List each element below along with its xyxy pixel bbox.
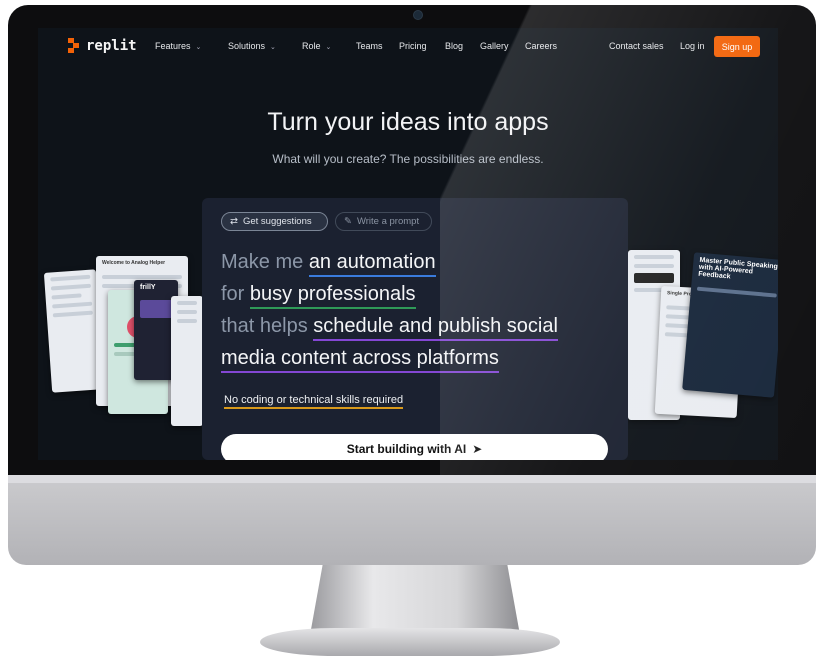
top-navigation: replit Features ⌄ Solutions ⌄ Role ⌄ Teams … bbox=[38, 28, 778, 64]
prompt-line-3: that helps schedule and publish social bbox=[221, 315, 558, 341]
prompt-highlight-goal-cont[interactable]: media content across platforms bbox=[221, 347, 499, 373]
showcase-thumb-left-5 bbox=[171, 296, 203, 426]
send-arrow-icon: ➤ bbox=[472, 442, 483, 456]
nav-careers[interactable]: Careers bbox=[525, 41, 557, 51]
no-code-note: No coding or technical skills required bbox=[224, 394, 404, 409]
showcase-thumb-right-3: Master Public Speaking with AI-Powered F… bbox=[682, 252, 778, 398]
thumb-speaking-title: Master Public Speaking with AI-Powered F… bbox=[697, 256, 778, 281]
prompt-highlight-what[interactable]: an automation bbox=[308, 251, 436, 277]
nav-pricing[interactable]: Pricing bbox=[399, 41, 427, 51]
signup-button[interactable]: Sign up bbox=[714, 36, 760, 57]
login-link[interactable]: Log in bbox=[680, 41, 705, 51]
monitor-stand-neck bbox=[310, 565, 520, 635]
edit-icon: ✎ bbox=[344, 216, 352, 227]
logo-wordmark: replit bbox=[86, 38, 137, 54]
prompt-card: ⇄ Get suggestions ✎ Write a prompt Make … bbox=[202, 198, 628, 460]
get-suggestions-chip[interactable]: ⇄ Get suggestions bbox=[221, 212, 328, 231]
prompt-line-4: media content across platforms bbox=[221, 347, 499, 373]
monitor-chin bbox=[8, 475, 816, 565]
nav-teams[interactable]: Teams bbox=[356, 41, 383, 51]
nav-features[interactable]: Features ⌄ bbox=[155, 41, 201, 51]
hero-subheadline: What will you create? The possibilities … bbox=[272, 152, 544, 166]
shuffle-icon: ⇄ bbox=[230, 216, 238, 227]
nav-blog[interactable]: Blog bbox=[445, 41, 463, 51]
replit-logo[interactable]: replit bbox=[68, 38, 137, 54]
browser-viewport: replit Features ⌄ Solutions ⌄ Role ⌄ Teams … bbox=[38, 28, 778, 460]
write-prompt-chip[interactable]: ✎ Write a prompt bbox=[335, 212, 432, 231]
replit-logo-icon bbox=[68, 38, 80, 54]
chevron-down-icon: ⌄ bbox=[195, 44, 202, 51]
thumb-welcome-title: Welcome to Analog Helper bbox=[102, 260, 166, 266]
chevron-down-icon: ⌄ bbox=[270, 44, 276, 51]
nav-gallery[interactable]: Gallery bbox=[480, 41, 509, 51]
thumb-brand: frillY bbox=[140, 284, 156, 291]
prompt-line-2: for busy professionals bbox=[221, 283, 416, 309]
prompt-line-1: Make me an automation bbox=[221, 251, 436, 277]
nav-role[interactable]: Role ⌄ bbox=[302, 41, 331, 51]
prompt-highlight-who[interactable]: busy professionals bbox=[249, 283, 416, 309]
monitor-stand-base bbox=[260, 628, 560, 656]
nav-solutions[interactable]: Solutions ⌄ bbox=[228, 41, 276, 51]
contact-sales-link[interactable]: Contact sales bbox=[609, 41, 664, 51]
webcam bbox=[413, 10, 423, 20]
chevron-down-icon: ⌄ bbox=[325, 44, 332, 51]
start-building-button[interactable]: Start building with AI ➤ bbox=[221, 434, 608, 460]
hero-headline: Turn your ideas into apps bbox=[267, 108, 549, 136]
prompt-highlight-goal[interactable]: schedule and publish social bbox=[313, 315, 558, 341]
